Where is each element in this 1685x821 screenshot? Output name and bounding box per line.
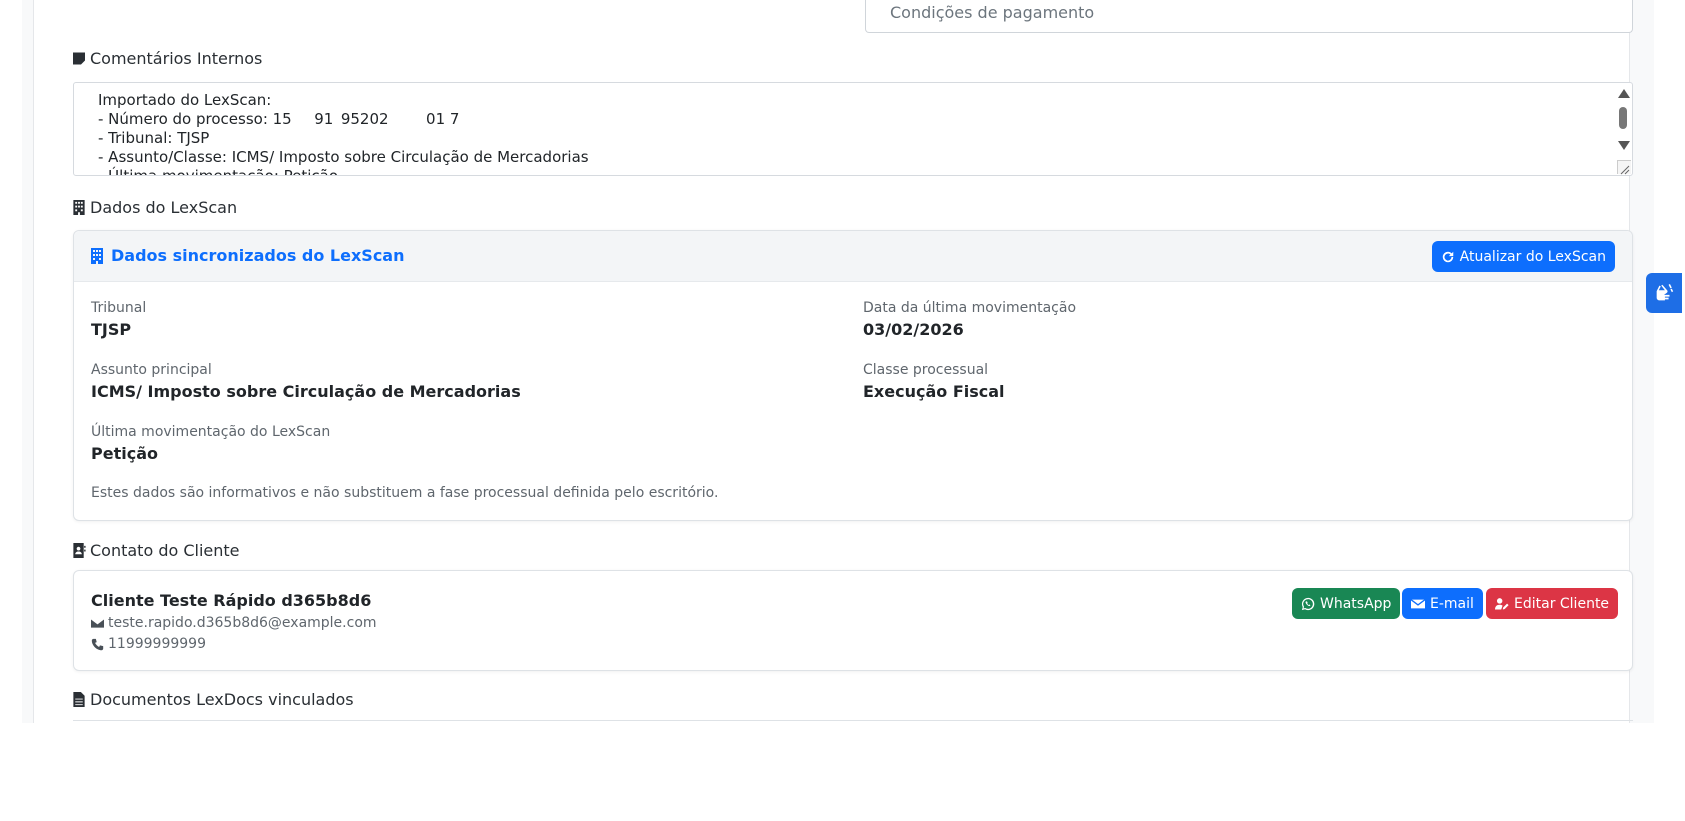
field-last-movement-date: Data da última movimentação 03/02/2026: [863, 300, 1077, 339]
whatsapp-icon: [1301, 597, 1315, 610]
client-email: teste.rapido.d365b8d6@example.com: [108, 615, 377, 631]
comments-section-title: Comentários Internos: [72, 49, 262, 68]
client-phone-line: 11999999999: [91, 636, 206, 652]
phone-icon: [91, 638, 104, 650]
lexscan-card: Dados sincronizados do LexScan Atualizar…: [73, 230, 1633, 521]
refresh-lexscan-button[interactable]: Atualizar do LexScan: [1431, 241, 1615, 272]
file-icon: [73, 692, 85, 707]
client-card: Cliente Teste Rápido d365b8d6 teste.rapi…: [73, 570, 1633, 671]
address-card-icon: [73, 543, 86, 558]
building-icon: [91, 247, 103, 264]
client-section-title: Contato do Cliente: [72, 541, 240, 560]
resize-grip-icon[interactable]: [1617, 160, 1631, 175]
lexscan-disclaimer: Estes dados são informativos e não subst…: [91, 485, 719, 501]
building-icon: [73, 200, 85, 215]
sign-language-icon: [1656, 284, 1674, 301]
field-main-subject: Assunto principal ICMS/ Imposto sobre Ci…: [91, 362, 521, 401]
refresh-icon: [1442, 251, 1453, 262]
scroll-down-arrow-icon[interactable]: [1618, 141, 1630, 150]
accessibility-widget-button[interactable]: [1646, 273, 1682, 313]
comments-textarea[interactable]: Importado do LexScan: - Número do proces…: [73, 82, 1633, 176]
lexscan-card-title: Dados sincronizados do LexScan: [91, 246, 404, 265]
payment-conditions-placeholder: Condições de pagamento: [890, 3, 1095, 22]
client-phone: 11999999999: [108, 636, 206, 652]
comments-scrollbar[interactable]: [1614, 83, 1632, 175]
comments-text: Importado do LexScan: - Número do proces…: [98, 91, 589, 176]
lexscan-section-title: Dados do LexScan: [72, 198, 237, 217]
field-procedural-class: Classe processual Execução Fiscal: [863, 362, 1005, 401]
field-tribunal: Tribunal TJSP: [91, 300, 147, 339]
documents-section-title: Documentos LexDocs vinculados: [72, 690, 354, 709]
client-email-line: teste.rapido.d365b8d6@example.com: [91, 615, 377, 631]
scroll-thumb[interactable]: [1619, 107, 1627, 129]
lexscan-card-header: Dados sincronizados do LexScan Atualizar…: [74, 231, 1632, 282]
scroll-up-arrow-icon[interactable]: [1618, 89, 1630, 98]
email-button[interactable]: E-mail: [1402, 588, 1483, 619]
client-name: Cliente Teste Rápido d365b8d6: [91, 591, 372, 610]
field-last-movement: Última movimentação do LexScan Petição: [91, 424, 331, 463]
envelope-icon: [91, 618, 104, 628]
documents-card: [73, 720, 1633, 730]
user-edit-icon: [1495, 597, 1509, 609]
whatsapp-button[interactable]: WhatsApp: [1292, 588, 1401, 619]
edit-client-button[interactable]: Editar Cliente: [1486, 588, 1619, 619]
sticky-note-icon: [73, 52, 85, 65]
payment-conditions-field[interactable]: Condições de pagamento: [865, 0, 1633, 33]
envelope-icon: [1411, 598, 1425, 608]
